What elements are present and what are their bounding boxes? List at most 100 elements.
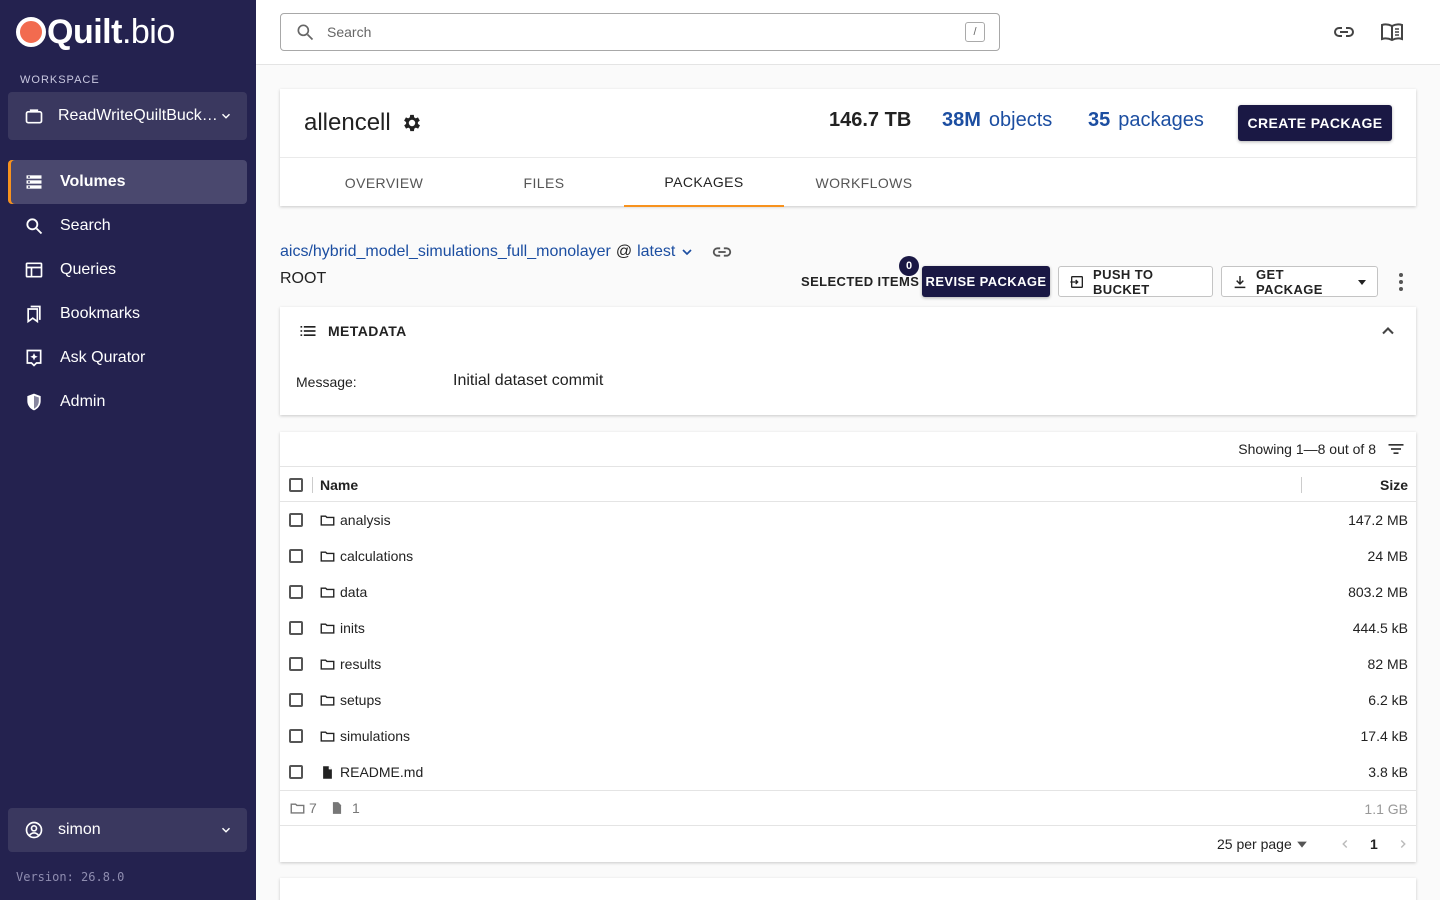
file-size: 82 MB	[1367, 656, 1408, 672]
per-page-select[interactable]: 25 per page	[1217, 836, 1308, 852]
row-name: setups	[320, 692, 381, 708]
select-all-checkbox[interactable]	[289, 478, 303, 492]
search-icon	[295, 22, 315, 42]
docs-book-icon[interactable]	[1380, 20, 1404, 44]
metadata-panel: METADATA Message: Initial dataset commit	[280, 307, 1416, 415]
user-menu[interactable]: simon	[8, 808, 247, 852]
metadata-header[interactable]: METADATA	[298, 321, 407, 341]
objects-label: objects	[988, 109, 1053, 131]
file-name[interactable]: calculations	[340, 548, 413, 564]
row-name: simulations	[320, 728, 410, 744]
total-size: 1.1 GB	[1364, 801, 1408, 817]
file-name[interactable]: analysis	[340, 512, 391, 528]
workspace-select[interactable]: ReadWriteQuiltBuck…	[8, 92, 247, 140]
sidebar-item-queries[interactable]: Queries	[8, 248, 247, 292]
selected-items-label[interactable]: SELECTED ITEMS	[801, 274, 919, 289]
per-page-value: 25 per page	[1217, 836, 1292, 852]
file-name[interactable]: simulations	[340, 728, 410, 744]
current-page[interactable]: 1	[1370, 836, 1378, 852]
metadata-message-value: Initial dataset commit	[453, 372, 604, 389]
table-row[interactable]: README.md 3.8 kB	[280, 754, 1416, 790]
folder-icon	[320, 693, 335, 708]
bucket-size-value: 146.7 TB	[829, 109, 912, 131]
packages-label: packages	[1118, 109, 1204, 131]
list-icon	[298, 321, 318, 341]
packages-stat[interactable]: 35 packages	[1088, 109, 1204, 132]
link-icon[interactable]	[1332, 20, 1356, 44]
link-icon[interactable]	[711, 241, 733, 263]
table-row[interactable]: simulations 17.4 kB	[280, 718, 1416, 754]
revision-select[interactable]: latest	[637, 243, 675, 261]
table-row[interactable]: data 803.2 MB	[280, 574, 1416, 610]
table-row[interactable]: inits 444.5 kB	[280, 610, 1416, 646]
workspace-value: ReadWriteQuiltBuck…	[58, 107, 218, 124]
file-name[interactable]: README.md	[340, 764, 423, 780]
column-header-name[interactable]: Name	[320, 477, 358, 493]
sidebar-item-bookmarks[interactable]: Bookmarks	[8, 292, 247, 336]
table-row[interactable]: setups 6.2 kB	[280, 682, 1416, 718]
bucket-header: allencell 146.7 TB 38M objects 35 packag…	[280, 89, 1416, 207]
gear-icon[interactable]	[401, 112, 423, 134]
file-size: 3.8 kB	[1368, 764, 1408, 780]
tab-overview[interactable]: OVERVIEW	[304, 158, 464, 207]
file-name[interactable]: inits	[340, 620, 365, 636]
more-vert-icon[interactable]	[1391, 271, 1411, 293]
revise-package-button[interactable]: REVISE PACKAGE	[922, 266, 1050, 297]
sidebar-item-admin[interactable]: Admin	[8, 380, 247, 424]
sidebar-item-volumes[interactable]: Volumes	[8, 160, 247, 204]
search-input[interactable]: Search /	[280, 13, 1000, 51]
table-row[interactable]: calculations 24 MB	[280, 538, 1416, 574]
row-checkbox[interactable]	[289, 657, 303, 671]
workspace-label: WORKSPACE	[20, 74, 100, 86]
chevron-down-icon[interactable]	[679, 244, 695, 260]
folder-icon	[320, 729, 335, 744]
brand-suffix: .bio	[121, 12, 175, 51]
chevron-up-icon[interactable]	[1378, 321, 1398, 341]
column-divider[interactable]	[1301, 477, 1302, 493]
row-checkbox[interactable]	[289, 765, 303, 779]
results-count: Showing 1—8 out of 8	[1238, 441, 1376, 457]
folder-icon	[320, 549, 335, 564]
row-checkbox[interactable]	[289, 729, 303, 743]
metadata-title: METADATA	[328, 323, 407, 339]
file-name[interactable]: data	[340, 584, 367, 600]
sidebar-item-ask-qurator[interactable]: Ask Qurator	[8, 336, 247, 380]
filter-icon[interactable]	[1386, 439, 1406, 459]
package-name-link[interactable]: aics/hybrid_model_simulations_full_monol…	[280, 243, 611, 261]
caret-down-icon	[1357, 277, 1367, 287]
push-icon	[1069, 274, 1085, 290]
file-name[interactable]: results	[340, 656, 381, 672]
table-row[interactable]: analysis 147.2 MB	[280, 502, 1416, 538]
sidebar-item-label: Ask Qurator	[60, 349, 146, 366]
table-row[interactable]: results 82 MB	[280, 646, 1416, 682]
tab-packages[interactable]: PACKAGES	[624, 158, 784, 207]
chevron-down-icon	[219, 109, 233, 123]
tab-files[interactable]: FILES	[464, 158, 624, 207]
bucket-tabs: OVERVIEW FILES PACKAGES WORKFLOWS	[280, 157, 1416, 207]
row-checkbox[interactable]	[289, 549, 303, 563]
tab-workflows[interactable]: WORKFLOWS	[784, 158, 944, 207]
bucket-title: allencell	[304, 109, 423, 137]
sidebar-item-search[interactable]: Search	[8, 204, 247, 248]
row-checkbox[interactable]	[289, 585, 303, 599]
row-checkbox[interactable]	[289, 693, 303, 707]
quilt-logo[interactable]: Quilt .bio	[16, 12, 175, 51]
chevron-right-icon[interactable]	[1396, 837, 1410, 851]
bucket-name: allencell	[304, 109, 391, 136]
push-to-bucket-button[interactable]: PUSH TO BUCKET	[1058, 266, 1213, 297]
packages-count: 35	[1088, 109, 1111, 131]
row-checkbox[interactable]	[289, 513, 303, 527]
get-package-button[interactable]: GET PACKAGE	[1221, 266, 1378, 297]
search-icon	[24, 216, 44, 236]
objects-stat[interactable]: 38M objects	[942, 109, 1052, 132]
file-name[interactable]: setups	[340, 692, 381, 708]
row-checkbox[interactable]	[289, 621, 303, 635]
file-size: 803.2 MB	[1348, 584, 1408, 600]
file-count-value: 1	[352, 800, 360, 816]
logo-o-icon	[16, 17, 46, 47]
create-package-button[interactable]: CREATE PACKAGE	[1238, 105, 1392, 141]
row-name: results	[320, 656, 381, 672]
search-shortcut-key: /	[965, 22, 985, 42]
column-header-size[interactable]: Size	[1380, 477, 1408, 493]
chevron-left-icon[interactable]	[1338, 837, 1352, 851]
